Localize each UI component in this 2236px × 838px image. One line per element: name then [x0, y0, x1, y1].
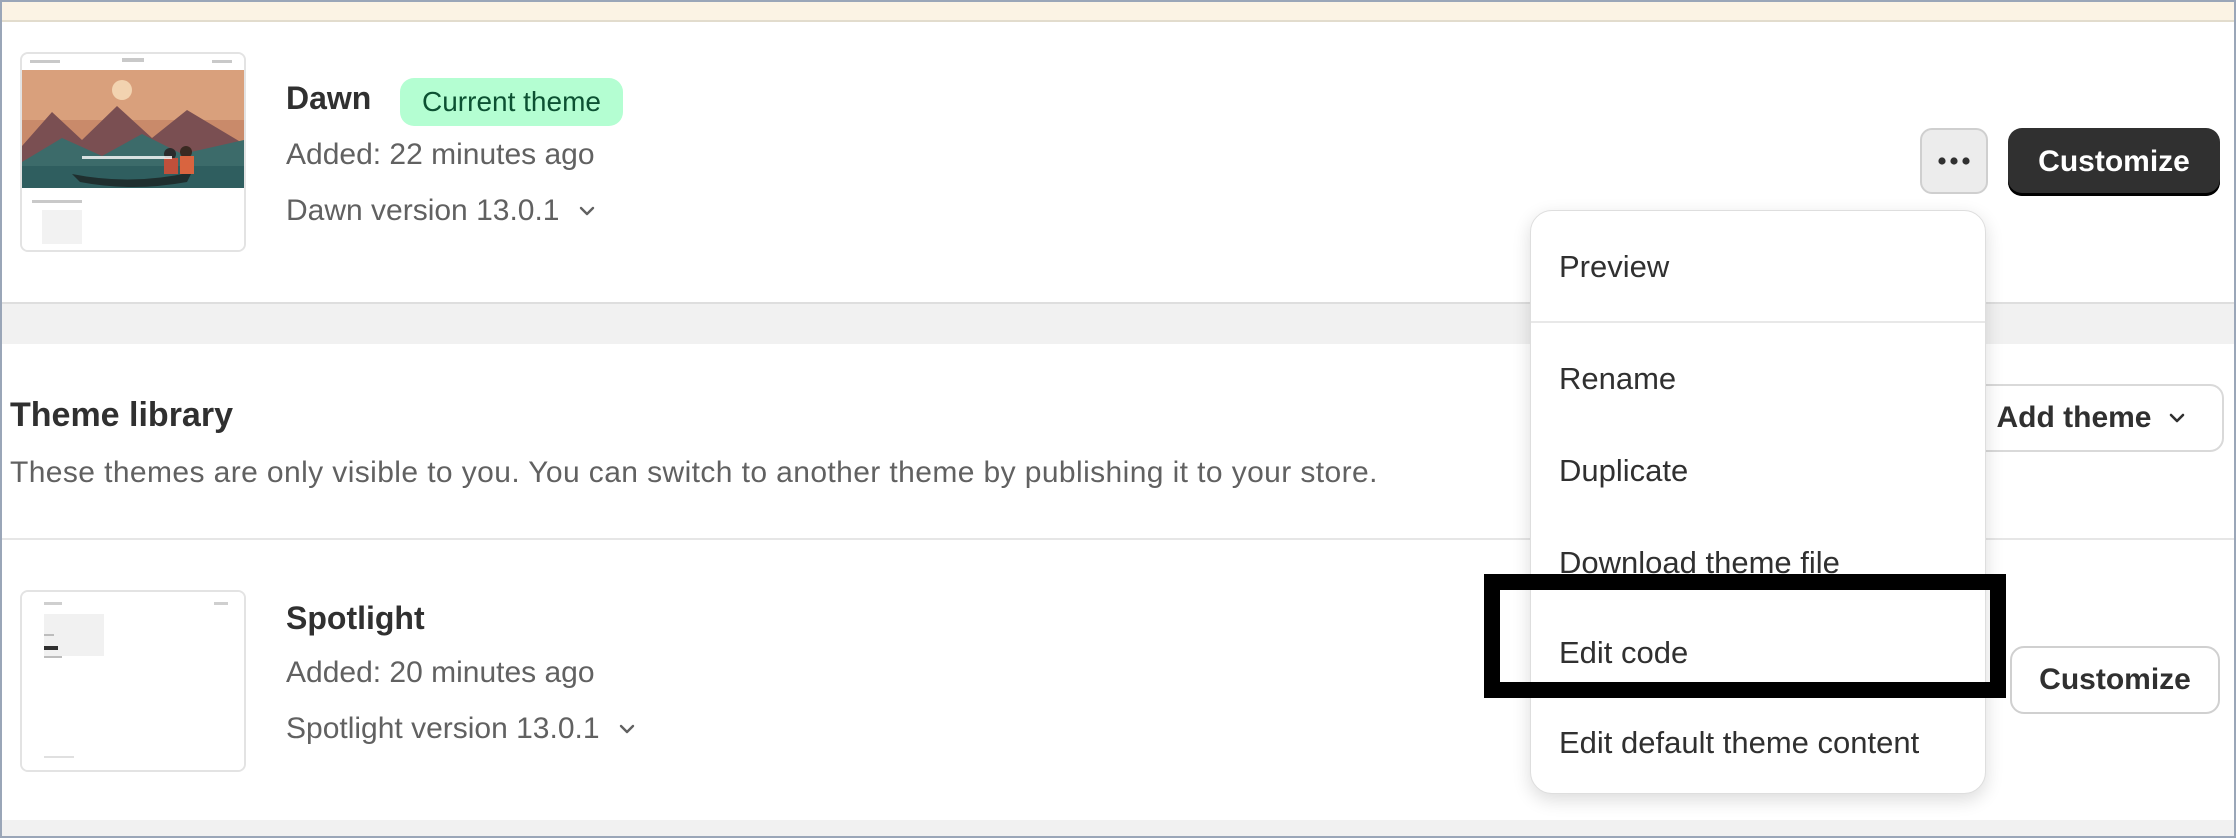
- add-theme-button[interactable]: Add theme: [1960, 384, 2224, 452]
- bottom-band: [0, 820, 2236, 838]
- spotlight-theme-name: Spotlight: [286, 600, 425, 636]
- spotlight-theme-version: Spotlight version 13.0.1: [286, 712, 600, 745]
- chevron-down-icon: [619, 724, 634, 734]
- spotlight-preview-image: [22, 592, 244, 770]
- theme-actions-menu: Preview Rename Duplicate Download theme …: [1530, 210, 1986, 794]
- menu-item-rename[interactable]: Rename: [1559, 361, 1676, 397]
- more-horizontal-icon: [1938, 157, 1970, 165]
- current-theme-version-toggle[interactable]: Dawn version 13.0.1: [286, 194, 598, 228]
- theme-actions-more-button[interactable]: [1920, 128, 1988, 194]
- spotlight-theme-added: Added: 20 minutes ago: [286, 656, 595, 689]
- chevron-down-icon: [2169, 413, 2184, 423]
- edit-code-highlight-box: [1484, 574, 2006, 698]
- current-theme-version: Dawn version 13.0.1: [286, 194, 560, 227]
- menu-separator: [1531, 321, 1985, 323]
- spotlight-theme-version-toggle[interactable]: Spotlight version 13.0.1: [286, 712, 638, 746]
- menu-item-duplicate[interactable]: Duplicate: [1559, 453, 1688, 489]
- menu-item-edit-default-theme-content[interactable]: Edit default theme content: [1559, 725, 1919, 761]
- theme-library-description: These themes are only visible to you. Yo…: [10, 456, 1378, 489]
- customize-current-theme-button[interactable]: Customize: [2008, 128, 2220, 196]
- current-theme-badge: Current theme: [400, 78, 623, 126]
- add-theme-label: Add theme: [1996, 401, 2152, 434]
- spotlight-theme-thumbnail[interactable]: [20, 590, 246, 772]
- customize-spotlight-button[interactable]: Customize: [2010, 646, 2220, 714]
- top-banner-strip: [0, 0, 2236, 22]
- current-theme-added: Added: 22 minutes ago: [286, 138, 595, 171]
- theme-library-title: Theme library: [10, 396, 233, 434]
- current-theme-name: Dawn: [286, 80, 372, 116]
- chevron-down-icon: [579, 206, 594, 216]
- menu-item-preview[interactable]: Preview: [1559, 249, 1669, 285]
- dawn-preview-image: [22, 54, 244, 250]
- dawn-theme-thumbnail[interactable]: [20, 52, 246, 252]
